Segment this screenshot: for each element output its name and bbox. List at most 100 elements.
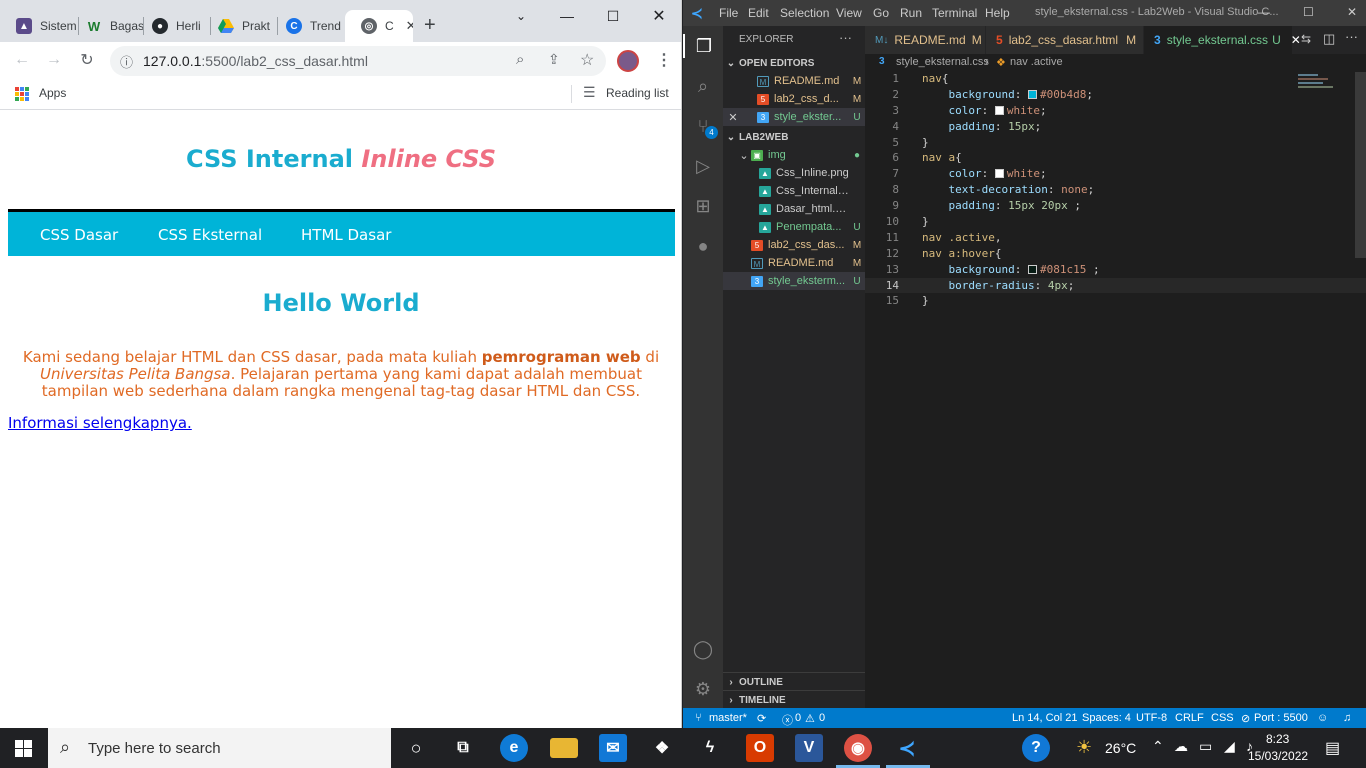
minimize-button[interactable]: — [544,0,590,32]
timeline-header[interactable]: › TIMELINE [723,691,865,709]
file-explorer-icon[interactable] [550,738,578,758]
browser-tab[interactable]: W Bagas [70,10,144,42]
chevron-up-icon[interactable]: ⌃ [1152,738,1164,755]
chrome-icon[interactable]: ◉ [844,734,872,762]
forward-icon[interactable]: → [44,50,64,70]
task-view-icon[interactable]: ⧉ [449,734,477,762]
minimize-button[interactable]: — [1258,5,1270,19]
tree-file[interactable]: ▲ Dasar_html.png [723,200,865,218]
explorer-icon[interactable]: ❐ [683,34,723,58]
menu-go[interactable]: Go [873,6,889,20]
bookmark-star-icon[interactable]: ☆ [580,50,594,70]
code-editor[interactable]: 1 nav{ 2 background: #00b4d8; 3 color: wh… [865,71,1366,309]
more-actions-icon[interactable]: ··· [1345,29,1358,44]
close-icon[interactable]: ✕ [723,111,743,124]
action-center-icon[interactable]: ▤ [1325,738,1340,758]
menu-file[interactable]: File [719,6,738,20]
editor-tab-readme[interactable]: M↓ README.md M [865,26,985,54]
menu-edit[interactable]: Edit [748,6,769,20]
language-mode[interactable]: CSS [1211,712,1234,724]
profile-avatar[interactable] [617,50,639,72]
settings-gear-icon[interactable]: ⚙ [691,677,715,701]
color-swatch[interactable] [994,105,1004,115]
tab-search-icon[interactable]: ⌄ [498,0,544,32]
browser-tab[interactable]: ▲ Sistem [0,10,78,42]
minimap[interactable] [1298,72,1356,100]
open-editors-header[interactable]: ⌄ OPEN EDITORS [723,54,865,72]
nav-link-css-eksternal[interactable]: CSS Eksternal [158,226,262,244]
vscode-icon[interactable]: ≺ [893,734,921,762]
live-server-port[interactable]: Port : 5500 [1254,712,1308,724]
breadcrumb-symbol[interactable]: nav .active [1010,56,1063,68]
menu-run[interactable]: Run [900,6,922,20]
tree-file[interactable]: ▲ Css_Inline.png [723,164,865,182]
tree-file[interactable]: ▲Css_Internal.png [723,182,865,200]
tree-folder-img[interactable]: ⌄ ▣ img ● [723,146,865,164]
tree-file[interactable]: M README.md M [723,254,865,272]
indentation[interactable]: Spaces: 4 [1082,712,1131,724]
feedback-icon[interactable]: ☺ [1317,712,1328,724]
error-count[interactable]: 0 [795,712,801,724]
menu-kebab-icon[interactable]: ⋮ [656,50,672,70]
mail-icon[interactable]: ✉ [599,734,627,762]
apps-link[interactable]: Apps [39,86,66,100]
search-icon[interactable]: ⌕ [691,74,715,98]
visio-icon[interactable]: V [795,734,823,762]
warning-count[interactable]: 0 [819,712,825,724]
tree-file[interactable]: 5 lab2_css_das... M [723,236,865,254]
nav-link-html-dasar[interactable]: HTML Dasar [301,226,391,244]
office-icon[interactable]: O [746,734,774,762]
menu-selection[interactable]: Selection [780,6,829,20]
help-icon[interactable]: ? [1022,734,1050,762]
zoom-icon[interactable]: ⌕ [516,51,524,68]
clock-time[interactable]: 8:23 [1266,732,1289,746]
close-window-button[interactable]: ✕ [636,0,681,32]
tree-file-selected[interactable]: 3 style_eksterm... U [723,272,865,290]
maximize-button[interactable]: ☐ [590,0,636,32]
windows-start-icon[interactable] [15,740,32,757]
taskbar-search[interactable]: ⌕ Type here to search [48,728,391,768]
branch-name[interactable]: master* [709,712,747,724]
open-editor-item[interactable]: 5 lab2_css_d... M [723,90,865,108]
open-editor-item-active[interactable]: ✕ 3 style_ekster... U [723,108,865,126]
github-icon[interactable]: ● [691,234,715,258]
scrollbar[interactable] [1355,72,1366,258]
share-icon[interactable]: ⇪ [548,51,560,68]
color-swatch[interactable] [1027,89,1037,99]
sync-icon[interactable]: ⟳ [757,712,766,725]
browser-tab[interactable]: Prakt [202,10,276,42]
reload-icon[interactable]: ↻ [77,50,97,70]
breadcrumb-file[interactable]: style_eksternal.css [896,56,989,68]
extensions-icon[interactable]: ⊞ [691,194,715,218]
close-tab-icon[interactable]: ✕ [406,18,413,34]
cloud-icon[interactable]: ☁ [1174,738,1188,755]
editor-tab-css-active[interactable]: 3 style_eksternal.css U ✕ [1144,26,1301,54]
run-debug-icon[interactable]: ▷ [691,154,715,178]
color-swatch[interactable] [1027,264,1037,274]
clock-date[interactable]: 15/03/2022 [1248,749,1308,763]
menu-terminal[interactable]: Terminal [932,6,977,20]
address-bar[interactable]: ⓘ 127.0.0.1:5500/lab2_css_dasar.html ⌕ ⇪… [110,46,606,76]
new-tab-button[interactable]: + [424,14,436,37]
wifi-icon[interactable]: ◢ [1224,738,1235,755]
dropbox-icon[interactable]: ❖ [648,734,676,762]
browser-tab-active[interactable]: ◎ C ✕ [345,10,413,42]
browser-tab[interactable]: C Trend [270,10,344,42]
site-info-icon[interactable]: ⓘ [120,52,133,71]
reading-list-button[interactable]: Reading list [606,86,669,100]
editor-tab-html[interactable]: 5 lab2_css_dasar.html M [986,26,1143,54]
more-actions-icon[interactable]: ··· [839,30,852,45]
tree-file[interactable]: ▲ Penempata... U [723,218,865,236]
menu-help[interactable]: Help [985,6,1010,20]
edge-icon[interactable]: e [500,734,528,762]
menu-view[interactable]: View [836,6,862,20]
info-link[interactable]: Informasi selengkapnya. [8,414,192,432]
color-swatch[interactable] [994,169,1004,179]
account-icon[interactable]: ◯ [691,637,715,661]
open-changes-icon[interactable]: ⇆ [1301,32,1311,46]
line-ending[interactable]: CRLF [1175,712,1204,724]
terminal-app-icon[interactable]: ϟ [696,734,724,762]
battery-icon[interactable]: ▭ [1199,738,1212,755]
back-icon[interactable]: ← [12,50,32,70]
outline-header[interactable]: › OUTLINE [723,673,865,691]
